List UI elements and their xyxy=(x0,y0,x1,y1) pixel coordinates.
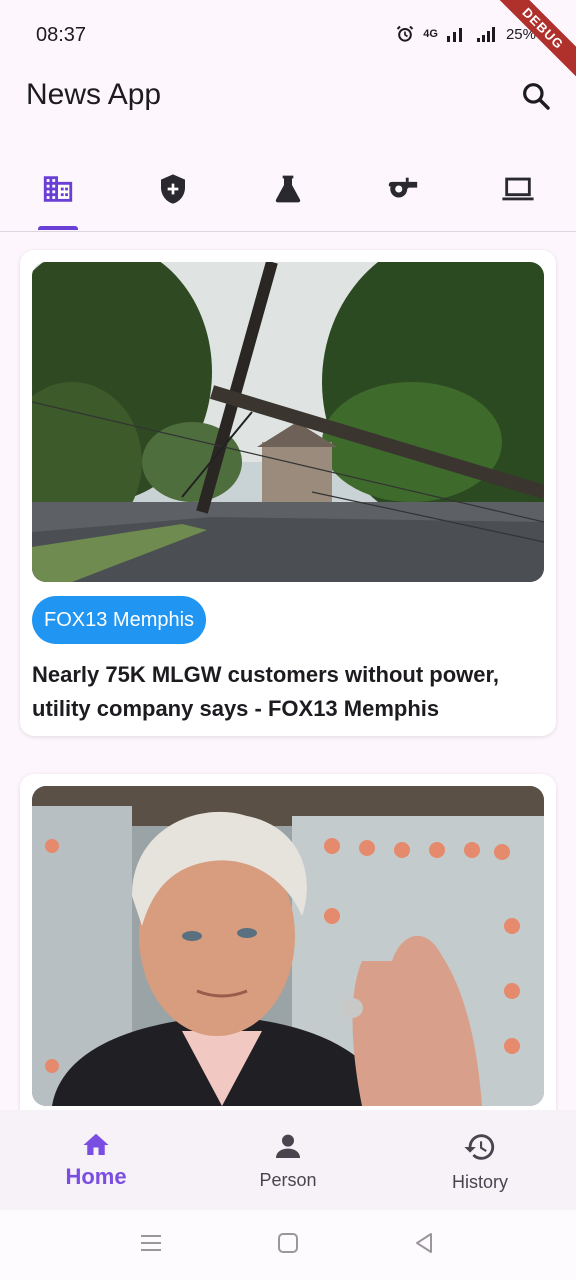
tab-technology[interactable] xyxy=(460,150,575,230)
back-icon[interactable] xyxy=(413,1232,435,1254)
flask-icon xyxy=(275,175,300,203)
nav-person-label: Person xyxy=(259,1170,317,1190)
elderly-man-holding-battery-photo xyxy=(32,786,544,1106)
bottom-navigation: Home Person History xyxy=(0,1110,576,1210)
network-type-label: 4G xyxy=(423,28,438,40)
nav-home[interactable]: Home xyxy=(0,1110,192,1210)
recent-apps-icon[interactable] xyxy=(140,1232,162,1254)
nav-person[interactable]: Person xyxy=(192,1110,384,1210)
home-icon xyxy=(83,1133,109,1155)
whistle-icon xyxy=(388,177,417,198)
home-system-icon[interactable] xyxy=(277,1232,299,1254)
status-bar: 08:37 4G 25% DEBUG xyxy=(0,0,576,82)
nav-history[interactable]: History xyxy=(384,1110,576,1210)
app-title: News App xyxy=(26,78,162,111)
tab-sports[interactable] xyxy=(345,150,460,230)
selected-tab-indicator xyxy=(38,226,78,230)
signal-icon xyxy=(446,28,462,42)
article-card[interactable]: FOX13 Memphis Nearly 75K MLGW customers … xyxy=(20,250,556,736)
laptop-icon xyxy=(501,177,534,201)
article-image xyxy=(32,786,544,1106)
article-image xyxy=(32,262,544,582)
article-headline[interactable]: Nearly 75K MLGW customers without power,… xyxy=(32,658,532,726)
app-bar: News App xyxy=(0,64,576,128)
search-icon xyxy=(523,83,550,110)
building-icon xyxy=(43,176,72,202)
tab-health[interactable] xyxy=(115,150,230,230)
article-card[interactable] xyxy=(20,774,556,1110)
alarm-icon xyxy=(397,25,414,42)
person-icon xyxy=(276,1134,300,1158)
search-button[interactable] xyxy=(520,80,552,112)
category-tab-bar xyxy=(0,150,576,232)
nav-home-label: Home xyxy=(65,1164,127,1189)
status-time: 08:37 xyxy=(36,24,87,46)
tab-business[interactable] xyxy=(0,150,115,230)
downed-power-pole-photo xyxy=(32,262,544,582)
shield-plus-icon xyxy=(160,174,185,204)
history-icon xyxy=(464,1134,495,1160)
source-chip[interactable]: FOX13 Memphis xyxy=(32,596,207,644)
system-navigation-bar xyxy=(0,1210,576,1280)
nav-history-label: History xyxy=(451,1172,508,1192)
news-feed[interactable]: FOX13 Memphis Nearly 75K MLGW customers … xyxy=(0,232,576,1110)
tab-science[interactable] xyxy=(230,150,345,230)
